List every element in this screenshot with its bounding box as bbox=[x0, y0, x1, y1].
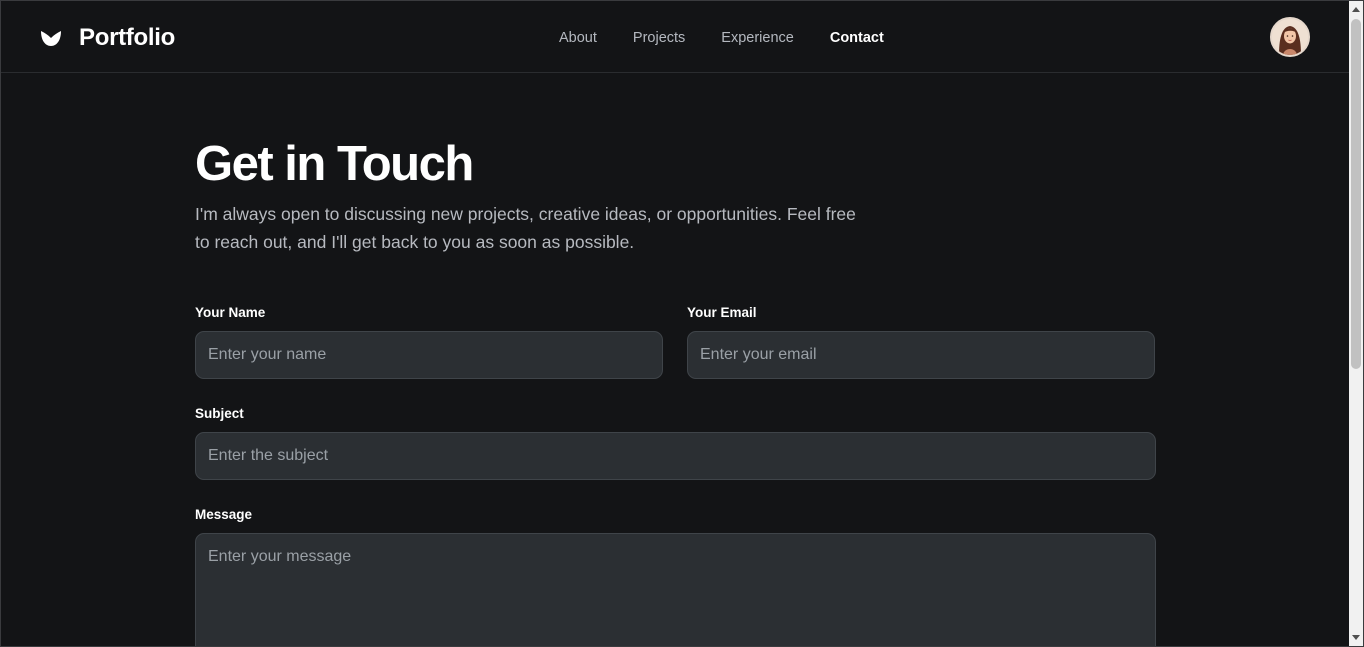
nav-projects[interactable]: Projects bbox=[633, 30, 685, 46]
contact-form: Your Name Your Email Subject Message bbox=[195, 305, 1156, 646]
brand-title: Portfolio bbox=[79, 24, 175, 51]
message-textarea[interactable] bbox=[195, 533, 1156, 646]
email-field-group: Your Email bbox=[687, 305, 1155, 379]
page: Portfolio About Projects Experience Cont… bbox=[0, 0, 1364, 647]
nav-about[interactable]: About bbox=[559, 30, 597, 46]
main-nav: About Projects Experience Contact bbox=[559, 30, 920, 46]
page-title: Get in Touch bbox=[195, 137, 474, 191]
scroll-thumb[interactable] bbox=[1351, 19, 1361, 369]
name-label: Your Name bbox=[195, 305, 266, 320]
user-avatar-icon bbox=[1272, 19, 1308, 55]
message-field-group: Message bbox=[195, 507, 1156, 646]
scroll-down-icon[interactable] bbox=[1352, 635, 1360, 640]
subject-input[interactable] bbox=[195, 432, 1156, 480]
brand[interactable]: Portfolio bbox=[39, 24, 175, 52]
avatar[interactable] bbox=[1270, 17, 1310, 57]
name-field-group: Your Name bbox=[195, 305, 663, 379]
page-intro: I'm always open to discussing new projec… bbox=[195, 204, 856, 252]
message-label: Message bbox=[195, 507, 253, 522]
top-navbar: Portfolio About Projects Experience Cont… bbox=[1, 1, 1349, 73]
page-scrollbar[interactable] bbox=[1349, 1, 1363, 646]
name-email-row: Your Name Your Email bbox=[195, 305, 1156, 379]
nav-experience[interactable]: Experience bbox=[721, 30, 794, 46]
email-label: Your Email bbox=[687, 305, 757, 320]
contact-section: Get in Touch I'm always open to discussi… bbox=[195, 135, 1156, 646]
logo-icon bbox=[41, 31, 61, 46]
email-input[interactable] bbox=[687, 331, 1155, 379]
nav-contact[interactable]: Contact bbox=[830, 30, 884, 46]
subject-field-group: Subject bbox=[195, 406, 1156, 480]
scroll-up-icon[interactable] bbox=[1352, 7, 1360, 12]
name-input[interactable] bbox=[195, 331, 663, 379]
subject-label: Subject bbox=[195, 406, 244, 421]
